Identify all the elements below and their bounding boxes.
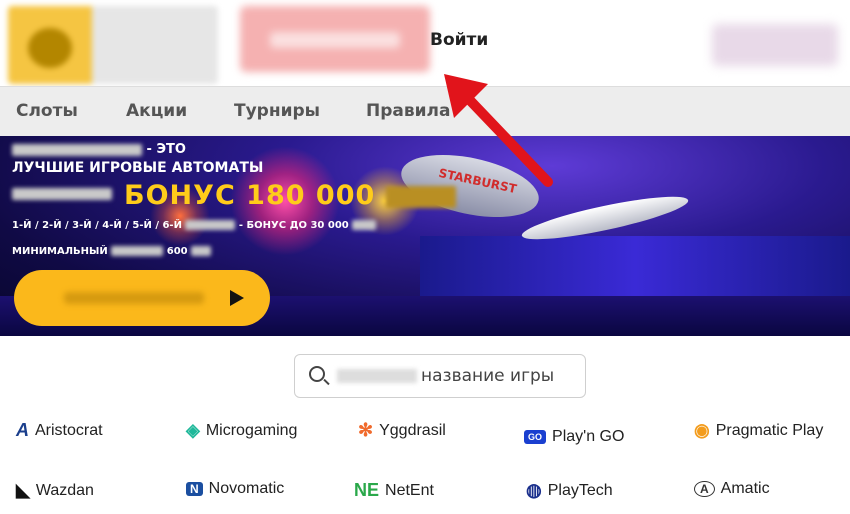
- provider-label: NetEnt: [385, 481, 434, 499]
- main-nav: Слоты Акции Турниры Правила: [0, 86, 850, 136]
- amatic-icon: A: [694, 481, 715, 497]
- provider-label: Novomatic: [208, 480, 285, 497]
- search-icon: [309, 366, 325, 382]
- provider-label: PlayTech: [547, 481, 613, 499]
- deposits-text: 1-Й / 2-Й / 3-Й / 4-Й / 5-Й / 6-Й: [12, 220, 182, 231]
- blurred-button-label: [64, 292, 204, 304]
- site-header: Войти: [0, 0, 850, 86]
- language-selector[interactable]: [712, 24, 838, 66]
- provider-yggdrasil[interactable]: ✻ Yggdrasil: [358, 420, 446, 441]
- novomatic-icon: N: [186, 482, 203, 496]
- nav-item-tournaments[interactable]: Турниры: [234, 101, 320, 121]
- playtech-icon: ◍: [526, 480, 542, 500]
- banner-headline: ЛУЧШИЕ ИГРОВЫЕ АВТОМАТЫ: [12, 160, 264, 176]
- min-deposit-line: МИНИМАЛЬНЫЙ 600: [12, 246, 212, 257]
- provider-wazdan[interactable]: ◣ Wazdan: [16, 480, 94, 501]
- provider-label: Yggdrasil: [379, 421, 446, 439]
- blurred-text: [185, 220, 236, 230]
- provider-aristocrat[interactable]: A Aristocrat: [16, 420, 103, 441]
- login-link[interactable]: Войти: [430, 30, 488, 50]
- blurred-text: [111, 246, 164, 256]
- provider-pragmatic[interactable]: ◉ Pragmatic Play: [694, 420, 823, 441]
- provider-label: Amatic: [720, 480, 770, 497]
- yggdrasil-icon: ✻: [358, 420, 374, 440]
- play-icon: [230, 290, 244, 306]
- banner-line-1-suffix: - ЭТО: [146, 142, 186, 157]
- aristocrat-icon: A: [16, 420, 29, 440]
- provider-label: Play'n GO: [552, 428, 625, 445]
- deposits-bonus-text: - БОНУС ДО 30 000: [238, 220, 349, 231]
- blurred-text: [352, 220, 377, 230]
- bonus-amount: БОНУС 180 000: [124, 180, 456, 211]
- provider-amatic[interactable]: A Amatic: [694, 480, 770, 498]
- promo-banner[interactable]: STARBURST - ЭТО ЛУЧШИЕ ИГРОВЫЕ АВТОМАТЫ …: [0, 136, 850, 336]
- game-search-input[interactable]: название игры: [294, 354, 586, 398]
- blurred-brand-text: [12, 143, 142, 156]
- wazdan-icon: ◣: [16, 480, 30, 500]
- min-deposit-label: МИНИМАЛЬНЫЙ: [12, 246, 108, 257]
- blurred-text: [385, 185, 456, 208]
- blurred-text: [191, 246, 212, 256]
- nav-item-promotions[interactable]: Акции: [126, 101, 187, 121]
- banner-blurred-row: [12, 186, 112, 201]
- provider-playngo[interactable]: GO Play'n GO: [524, 428, 624, 446]
- nav-item-rules[interactable]: Правила: [366, 101, 450, 121]
- blurred-text: [12, 187, 112, 200]
- banner-line-1: - ЭТО: [12, 142, 186, 157]
- banner-play-button[interactable]: [14, 270, 270, 326]
- blurred-placeholder: [337, 369, 417, 383]
- provider-netent[interactable]: NE NetEnt: [354, 480, 434, 501]
- provider-label: Wazdan: [35, 481, 94, 499]
- deposits-line: 1-Й / 2-Й / 3-Й / 4-Й / 5-Й / 6-Й - БОНУ…: [12, 220, 377, 231]
- bonus-text: БОНУС 180 000: [124, 180, 376, 211]
- microgaming-icon: ◈: [186, 420, 200, 440]
- nav-item-slots[interactable]: Слоты: [16, 101, 78, 121]
- min-deposit-value: 600: [166, 246, 188, 257]
- playngo-icon: GO: [524, 430, 547, 444]
- provider-label: Microgaming: [205, 421, 298, 439]
- provider-playtech[interactable]: ◍ PlayTech: [526, 480, 613, 501]
- provider-novomatic[interactable]: N Novomatic: [186, 480, 284, 498]
- netent-icon: NE: [354, 480, 380, 500]
- provider-label: Aristocrat: [35, 421, 103, 439]
- pragmatic-icon: ◉: [694, 420, 710, 440]
- register-button[interactable]: [240, 6, 430, 72]
- provider-label: Pragmatic Play: [715, 421, 824, 439]
- search-placeholder: название игры: [421, 366, 555, 386]
- provider-microgaming[interactable]: ◈ Microgaming: [186, 420, 297, 441]
- site-logo[interactable]: [8, 6, 218, 84]
